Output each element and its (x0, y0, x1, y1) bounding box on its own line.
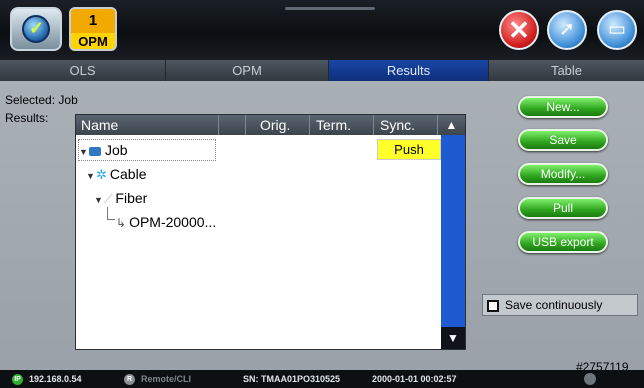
check-icon: ✓ (29, 18, 45, 38)
settings-icon[interactable] (584, 373, 596, 385)
close-button[interactable]: ✕ (499, 10, 539, 50)
tree-node-job[interactable]: ▼ Job (78, 139, 216, 161)
selected-label: Selected: Job (5, 93, 78, 107)
column-name[interactable]: Name (76, 115, 219, 135)
selected-value: Job (58, 93, 78, 107)
column-term[interactable]: Term. (310, 115, 374, 135)
save-continuously-label: Save continuously (505, 298, 603, 312)
export-icon: ➚ (559, 19, 575, 40)
tree-node-label: Job (105, 142, 128, 158)
ip-address: 192.168.0.54 (29, 374, 82, 384)
file-manager-button[interactable]: ▭ (597, 10, 637, 50)
top-toolbar: ✓ 1 OPM ✕ ➚ ▭ (0, 0, 644, 60)
tree-connector (107, 207, 108, 219)
results-label: Results: (5, 111, 49, 125)
fiber-icon: ⟋ (104, 192, 113, 206)
scroll-up-arrow-icon[interactable]: ▲ (438, 115, 465, 135)
tab-opm[interactable]: OPM (166, 60, 329, 81)
expand-triangle-icon[interactable]: ▼ (94, 189, 104, 211)
expand-triangle-icon[interactable]: ▼ (86, 165, 96, 187)
remote-icon: R (124, 374, 135, 385)
results-tree[interactable]: Name Orig. Term. Sync. ▲ ▼ Job Push ▼✲ Cab… (75, 114, 466, 350)
opm-module-label: OPM (78, 34, 108, 49)
cable-icon: ✲ (96, 167, 107, 182)
tree-node-label: Fiber (115, 190, 148, 206)
save-continuously-checkbox[interactable] (487, 300, 499, 312)
results-panel: Selected: Job Results: Name Orig. Term. … (0, 81, 644, 374)
save-continuously-toggle[interactable]: Save continuously (482, 294, 638, 316)
opm-result-icon: ↳ (116, 216, 127, 230)
scroll-down-arrow-icon[interactable]: ▼ (441, 327, 465, 349)
close-icon: ✕ (508, 15, 530, 45)
tab-table[interactable]: Table (489, 60, 644, 81)
tree-node-opm-result[interactable]: ↳ OPM-20000... (116, 211, 216, 233)
opm-module-button[interactable]: 1 OPM (69, 7, 117, 51)
tab-results[interactable]: Results (329, 60, 489, 81)
network-icon: IP (12, 374, 23, 385)
new-button[interactable]: New... (518, 96, 608, 118)
column-orig[interactable]: Orig. (246, 115, 310, 135)
status-bar: IP 192.168.0.54 R Remote/CLI SN: TMAA01P… (0, 370, 644, 388)
tree-node-label: OPM-20000... (129, 214, 217, 230)
title-strip (285, 7, 375, 10)
selected-caption: Selected: (5, 93, 56, 107)
serial-number: SN: TMAA01PO310525 (243, 374, 341, 384)
job-icon (89, 147, 101, 156)
home-button[interactable]: ✓ (10, 7, 62, 51)
tab-ols[interactable]: OLS (0, 60, 166, 81)
sync-status-push[interactable]: Push (377, 139, 441, 160)
tree-scrollbar[interactable]: ▼ (441, 135, 465, 349)
expand-triangle-icon[interactable]: ▼ (79, 142, 89, 162)
modify-button[interactable]: Modify... (518, 163, 608, 185)
remote-status: Remote/CLI (141, 374, 192, 384)
tree-node-cable[interactable]: ▼✲ Cable (86, 163, 147, 185)
pull-button[interactable]: Pull (518, 197, 608, 219)
tree-header: Name Orig. Term. Sync. ▲ (76, 115, 465, 135)
tree-connector (107, 219, 115, 220)
export-button[interactable]: ➚ (547, 10, 587, 50)
save-button[interactable]: Save (518, 129, 608, 151)
tree-node-fiber[interactable]: ▼⟋ Fiber (94, 187, 147, 209)
column-spacer (219, 115, 246, 135)
column-sync[interactable]: Sync. (374, 115, 438, 135)
date-time: 2000-01-01 00:02:57 (372, 374, 457, 384)
tree-node-label: Cable (109, 166, 147, 182)
folder-icon: ▭ (608, 19, 626, 40)
usb-export-button[interactable]: USB export (518, 231, 608, 253)
opm-module-number: 1 (71, 9, 115, 33)
tab-bar: OLS OPM Results Table (0, 60, 644, 81)
